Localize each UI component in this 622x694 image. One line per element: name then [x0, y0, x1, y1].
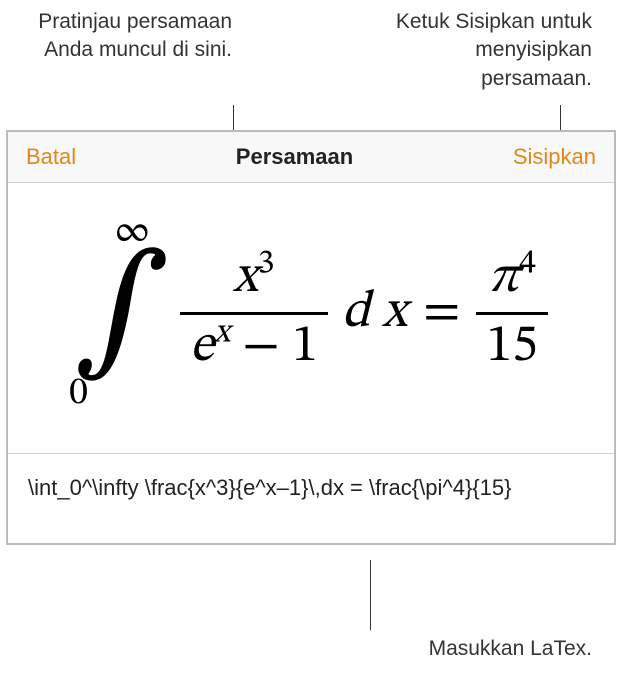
callout-insert: Ketuk Sisipkan untuk menyisipkan persama…	[382, 8, 592, 93]
callout-latex: Masukkan LaTex.	[342, 635, 592, 663]
equals-sign: =	[423, 281, 460, 346]
numerator-base: x	[233, 252, 258, 304]
dialog-toolbar: Batal Persamaan Sisipkan	[8, 132, 614, 183]
pi-base: π	[488, 252, 519, 304]
fraction-right: π4 15	[476, 246, 547, 379]
equation-dialog: Batal Persamaan Sisipkan ∫ ∞ 0 x3 ex − 1…	[6, 130, 616, 545]
latex-input[interactable]: \int_0^\infty \frac{x^3}{e^x–1}\,dx = \f…	[8, 453, 614, 543]
equation-preview: ∫ ∞ 0 x3 ex − 1 d x = π4	[8, 183, 614, 453]
insert-button[interactable]: Sisipkan	[513, 144, 596, 170]
pi-sup: 4	[519, 248, 536, 282]
callout-preview: Pratinjau persamaan Anda muncul di sini.	[12, 8, 232, 65]
integral-lower-bound: 0	[69, 370, 88, 418]
callout-leader	[370, 560, 371, 630]
integral-icon: ∫	[74, 257, 170, 369]
dialog-title: Persamaan	[236, 144, 353, 170]
denominator-rest: − 1	[242, 321, 317, 373]
integral-upper-bound: ∞	[114, 208, 150, 256]
denominator-sup: x	[214, 316, 230, 350]
right-denominator: 15	[476, 315, 547, 380]
fraction-left: x3 ex − 1	[180, 246, 328, 379]
cancel-button[interactable]: Batal	[26, 144, 76, 170]
rendered-equation: ∫ ∞ 0 x3 ex − 1 d x = π4	[74, 213, 548, 413]
dx-term: d x	[342, 281, 407, 346]
denominator-base: e	[190, 321, 214, 373]
numerator-sup: 3	[258, 248, 275, 282]
